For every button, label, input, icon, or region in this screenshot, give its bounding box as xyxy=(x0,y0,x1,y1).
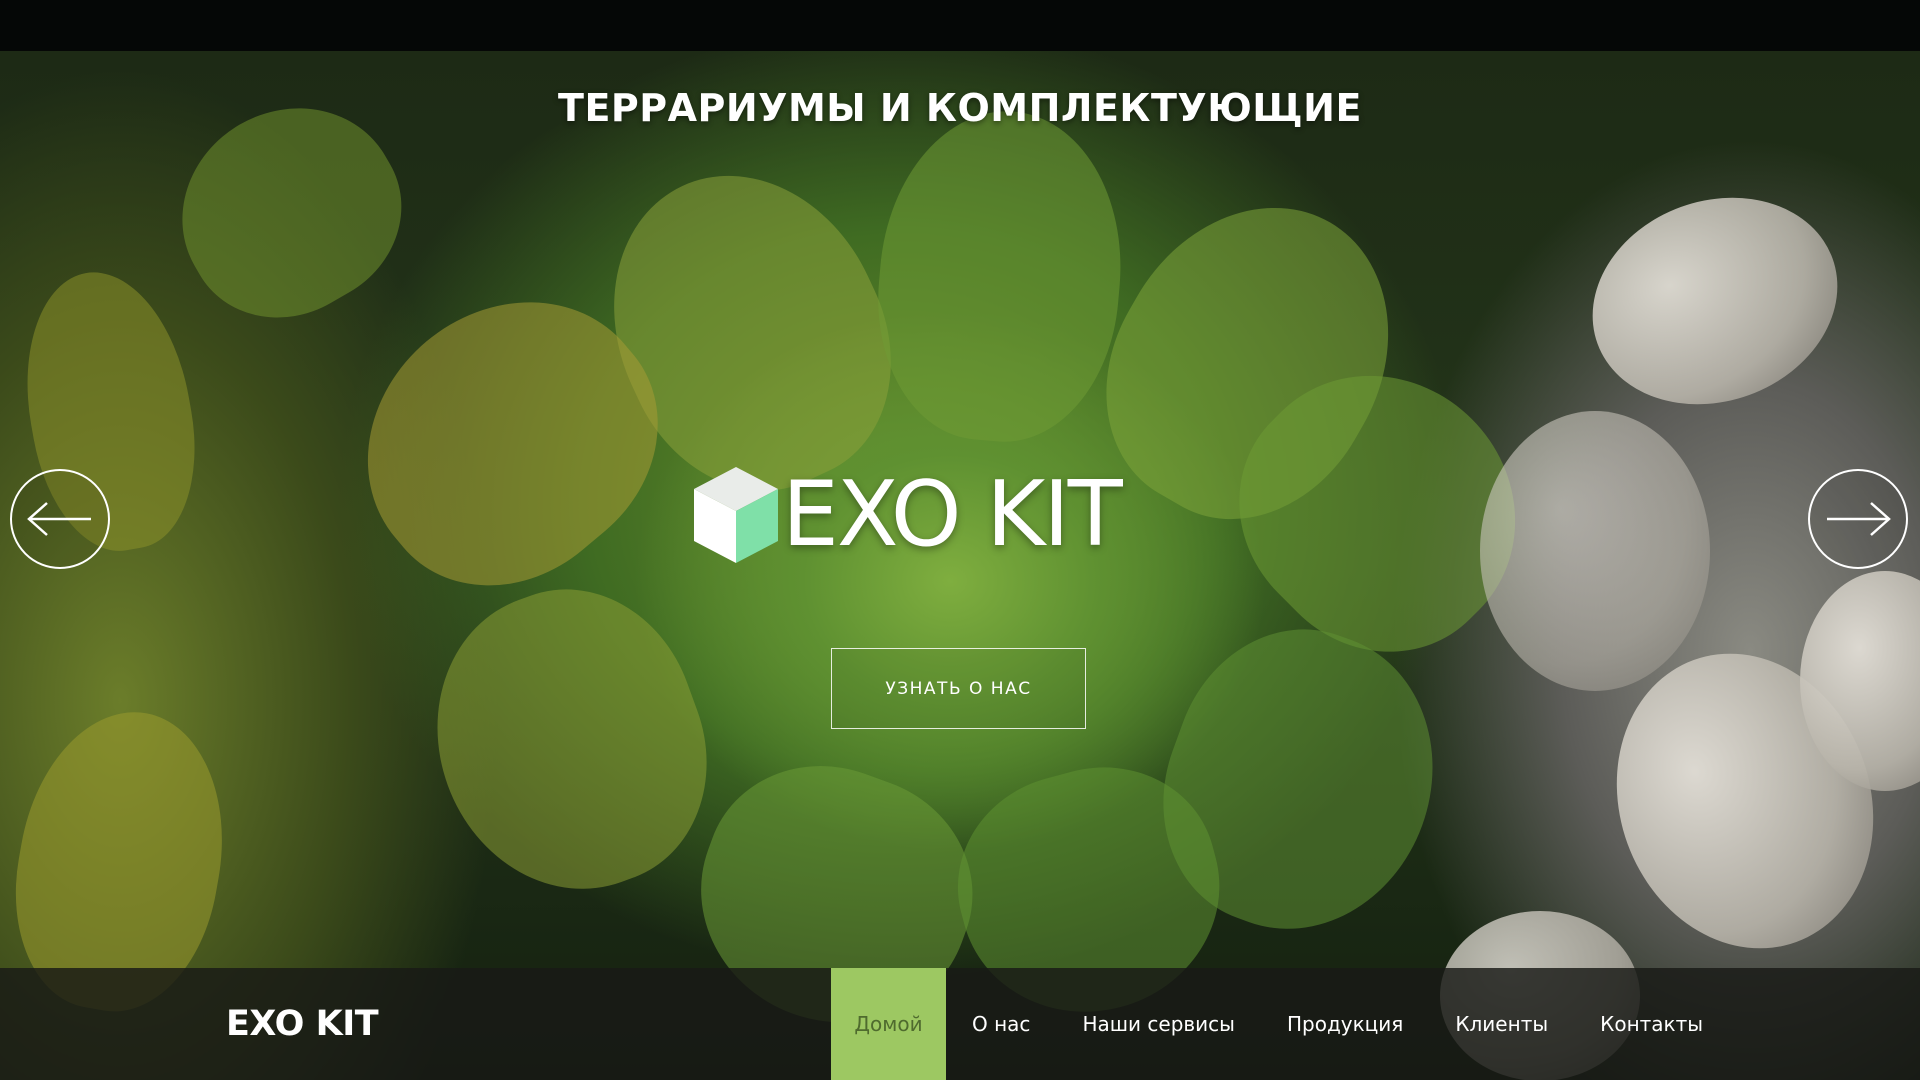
arrow-left-icon xyxy=(27,502,91,536)
cube-logo-icon xyxy=(694,467,778,563)
hero-headline: ТЕРРАРИУМЫ И КОМПЛЕКТУЮЩИЕ xyxy=(558,86,1362,130)
succulent-leaf xyxy=(866,101,1134,451)
nav-menu: Домой О нас Наши сервисы Продукция Клиен… xyxy=(831,968,1729,1080)
top-bar xyxy=(0,0,1920,51)
carousel-next-button[interactable] xyxy=(1808,469,1908,569)
nav-item-products[interactable]: Продукция xyxy=(1261,968,1429,1080)
hero-logo-text: EXO KIT xyxy=(782,462,1123,567)
nav-item-clients[interactable]: Клиенты xyxy=(1429,968,1574,1080)
hero-logo: EXO KIT xyxy=(690,455,1150,575)
succulent-leaf xyxy=(396,555,744,927)
nav-item-contacts[interactable]: Контакты xyxy=(1574,968,1729,1080)
about-us-button[interactable]: УЗНАТЬ О НАС xyxy=(831,648,1086,729)
pebble xyxy=(1480,411,1710,691)
nav-item-services[interactable]: Наши сервисы xyxy=(1056,968,1261,1080)
nav-item-home[interactable]: Домой xyxy=(831,968,946,1080)
carousel-prev-button[interactable] xyxy=(10,469,110,569)
nav-item-about[interactable]: О нас xyxy=(946,968,1056,1080)
arrow-right-icon xyxy=(1827,502,1891,536)
pebble xyxy=(1563,164,1867,438)
navbar-brand[interactable]: EXO KIT xyxy=(226,1004,379,1044)
